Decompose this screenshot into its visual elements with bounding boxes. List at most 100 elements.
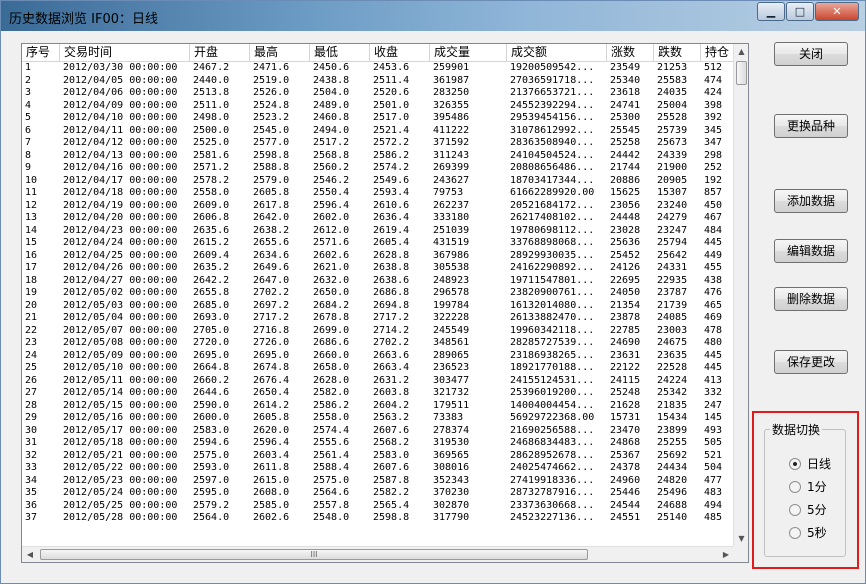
column-header[interactable]: 交易时间 [60,44,190,62]
table-cell: 2602.6 [253,512,290,523]
column-header[interactable]: 成交额 [507,44,607,62]
table-row[interactable]: 16 2012/04/25 00:00:00 2609.4 2634.6 2602.6 2… [22,250,734,263]
vertical-scroll-thumb[interactable] [736,61,747,85]
horizontal-scrollbar[interactable]: ◀ III ▶ [22,546,734,562]
delete-data-button[interactable]: 删除数据 [774,287,848,311]
column-header[interactable]: 跌数 [654,44,701,62]
table-row[interactable]: 32 2012/05/21 00:00:00 2575.0 2603.4 2561.4 2… [22,450,734,463]
table-row[interactable]: 36 2012/05/25 00:00:00 2579.2 2585.0 2557.8 2… [22,500,734,513]
table-row[interactable]: 14 2012/04/23 00:00:00 2635.6 2638.2 2612.0 2… [22,225,734,238]
table-cell: 326355 [433,99,470,111]
change-symbol-button[interactable]: 更换品种 [774,114,848,138]
table-row[interactable]: 37 2012/05/28 00:00:00 2564.0 2602.6 2548.0 2… [22,512,734,525]
edit-data-button[interactable]: 编辑数据 [774,239,848,263]
radio-1min[interactable]: 1分 [789,478,827,495]
radio-5sec-dot[interactable] [789,526,801,539]
table-row[interactable]: 15 2012/04/24 00:00:00 2615.2 2655.6 2571.6 2… [22,237,734,250]
table-row[interactable]: 7 2012/04/12 00:00:00 2525.0 2577.0 2517.2 25… [22,137,734,150]
table-row[interactable]: 21 2012/05/04 00:00:00 2693.0 2717.2 2678.8 2… [22,312,734,325]
table-row[interactable]: 26 2012/05/11 00:00:00 2660.2 2676.4 2628.0 2… [22,375,734,388]
table-cell: 20521684172... [510,199,595,211]
horizontal-scroll-thumb[interactable]: III [40,549,588,560]
table-cell: 521 [704,449,723,461]
column-header[interactable]: 最低 [310,44,370,62]
column-header[interactable]: 序号 [22,44,60,62]
table-row[interactable]: 13 2012/04/20 00:00:00 2606.8 2642.0 2602.0 2… [22,212,734,225]
radio-5min[interactable]: 5分 [789,501,827,518]
table-cell: 24686834483... [510,437,595,448]
table-row[interactable]: 17 2012/04/26 00:00:00 2635.2 2649.6 2621.0 2… [22,262,734,275]
radio-1min-dot[interactable] [789,480,801,493]
table-cell: 24741 [610,99,641,111]
table-cell: 2548.0 [313,512,350,523]
scroll-up-icon[interactable]: ▲ [734,44,748,59]
table-row[interactable]: 12 2012/04/19 00:00:00 2609.0 2617.8 2596.4 2… [22,200,734,213]
save-changes-button[interactable]: 保存更改 [774,350,848,374]
table-row[interactable]: 5 2012/04/10 00:00:00 2498.0 2523.2 2460.8 25… [22,112,734,125]
table-cell: 23820900761... [510,287,595,298]
table-cell: 7 [25,137,32,148]
scroll-down-icon[interactable]: ▼ [734,531,748,546]
table-row[interactable]: 34 2012/05/23 00:00:00 2597.0 2615.0 2575.0 2… [22,475,734,488]
table-cell: 24675 [657,337,688,348]
table-cell: 2660.2 [193,374,230,386]
table-cell: 283250 [433,87,470,98]
table-cell: 424 [704,87,723,98]
table-row[interactable]: 31 2012/05/18 00:00:00 2594.6 2596.4 2555.6 2… [22,437,734,450]
table-cell: 2605.8 [253,187,290,198]
column-header[interactable]: 收盘 [370,44,430,62]
table-row[interactable]: 20 2012/05/03 00:00:00 2685.0 2697.2 2684.2 2… [22,300,734,313]
table-cell: 465 [704,299,723,311]
table-row[interactable]: 8 2012/04/13 00:00:00 2581.6 2598.8 2568.8 25… [22,150,734,163]
close-window-button[interactable]: ✕ [815,2,859,21]
table-row[interactable]: 33 2012/05/22 00:00:00 2593.0 2611.8 2588.4 2… [22,462,734,475]
table-row[interactable]: 28 2012/05/15 00:00:00 2590.0 2614.2 2586.2 2… [22,400,734,413]
table-cell: 469 [704,312,723,323]
maximize-button[interactable]: □ [786,2,814,21]
radio-5min-dot[interactable] [789,503,801,516]
table-row[interactable]: 25 2012/05/10 00:00:00 2664.8 2674.8 2658.0 2… [22,362,734,375]
table-row[interactable]: 23 2012/05/08 00:00:00 2720.0 2726.0 2686.6 2… [22,337,734,350]
table-cell: 398 [704,99,723,111]
column-header[interactable]: 最高 [250,44,310,62]
table-cell: 73383 [433,412,464,423]
table-row[interactable]: 9 2012/04/16 00:00:00 2571.2 2588.8 2560.2 25… [22,162,734,175]
column-header[interactable]: 涨数 [607,44,654,62]
table-row[interactable]: 10 2012/04/17 00:00:00 2578.2 2579.0 2546.2 2… [22,175,734,188]
radio-daily[interactable]: 日线 [789,455,831,472]
column-header[interactable]: 持仓 [701,44,734,62]
table-cell: 31 [25,437,38,448]
scroll-right-icon[interactable]: ▶ [718,547,734,562]
table-row[interactable]: 30 2012/05/17 00:00:00 2583.0 2620.0 2574.4 2… [22,425,734,438]
scroll-left-icon[interactable]: ◀ [22,547,38,562]
table-row[interactable]: 27 2012/05/14 00:00:00 2644.6 2650.4 2582.0 2… [22,387,734,400]
table-row[interactable]: 19 2012/05/02 00:00:00 2655.8 2702.2 2650.0 2… [22,287,734,300]
data-table[interactable]: 序号 交易时间 开盘 最高 最低 收盘 成交量 成交额 涨数 跌数 持仓 1 2012/03/30 0… [21,43,749,563]
column-header[interactable]: 开盘 [190,44,250,62]
add-data-button[interactable]: 添加数据 [774,189,848,213]
table-row[interactable]: 24 2012/05/09 00:00:00 2695.0 2695.0 2660.0 2… [22,350,734,363]
table-cell: 2012/04/20 00:00:00 [63,212,178,223]
table-row[interactable]: 18 2012/04/27 00:00:00 2642.2 2647.0 2632.0 2… [22,275,734,288]
radio-daily-dot[interactable] [789,457,801,470]
close-button[interactable]: 关闭 [774,42,848,66]
table-row[interactable]: 1 2012/03/30 00:00:00 2467.2 2471.6 2450.6 24… [22,62,734,75]
column-header[interactable]: 成交量 [430,44,507,62]
table-row[interactable]: 4 2012/04/09 00:00:00 2511.0 2524.8 2489.0 25… [22,100,734,113]
table-row[interactable]: 35 2012/05/24 00:00:00 2595.0 2608.0 2564.6 2… [22,487,734,500]
table-row[interactable]: 29 2012/05/16 00:00:00 2600.0 2605.8 2558.0 2… [22,412,734,425]
table-row[interactable]: 2 2012/04/05 00:00:00 2440.0 2519.0 2438.8 25… [22,75,734,88]
table-cell: 25545 [610,124,641,136]
table-cell: 179511 [433,399,470,411]
table-cell: 2605.4 [373,237,410,248]
table-cell: 19780698112... [510,224,595,236]
table-row[interactable]: 22 2012/05/07 00:00:00 2705.0 2716.8 2699.0 2… [22,325,734,338]
radio-5sec[interactable]: 5秒 [789,524,827,541]
table-cell: 2549.6 [373,174,410,186]
vertical-scrollbar[interactable]: ▲ ▼ [733,44,748,546]
minimize-button[interactable]: ▁ [757,2,785,21]
table-row[interactable]: 11 2012/04/18 00:00:00 2558.0 2605.8 2550.4 2… [22,187,734,200]
table-row[interactable]: 6 2012/04/11 00:00:00 2500.0 2545.0 2494.0 25… [22,125,734,138]
table-cell: 27036591718... [510,74,595,86]
table-row[interactable]: 3 2012/04/06 00:00:00 2513.8 2526.0 2504.0 25… [22,87,734,100]
